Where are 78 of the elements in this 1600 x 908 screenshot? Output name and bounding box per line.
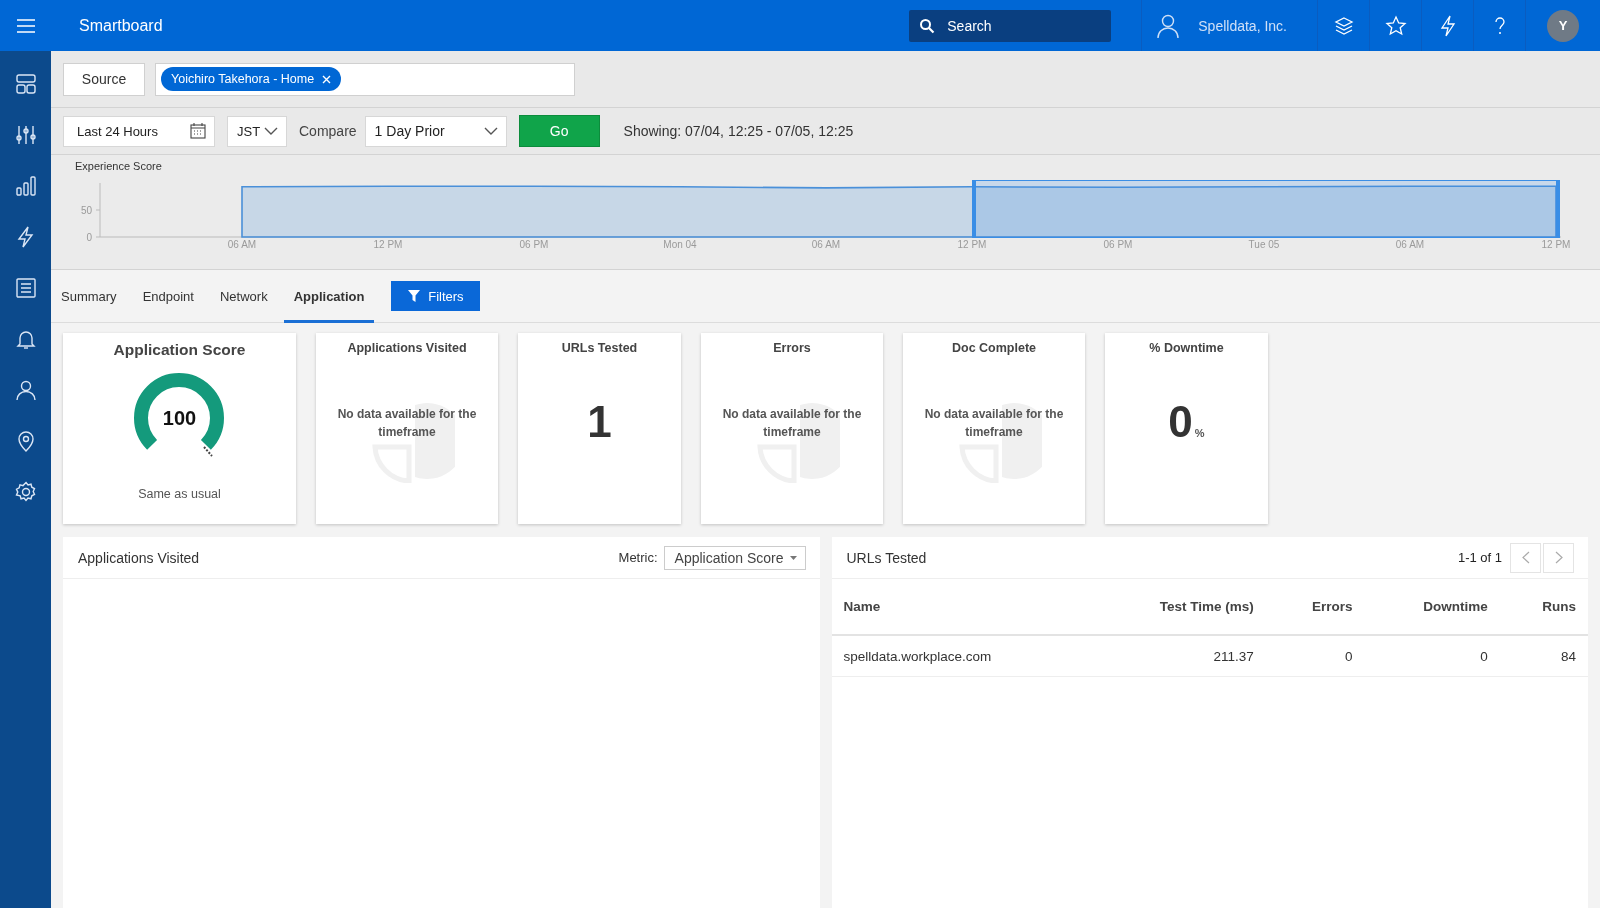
y-tick-label: 0 bbox=[86, 232, 92, 243]
filter-icon bbox=[408, 290, 421, 302]
x-tick-label: Tue 05 bbox=[1248, 239, 1280, 250]
column-header[interactable]: Errors bbox=[1265, 579, 1365, 635]
panel-title: Applications Visited bbox=[78, 549, 201, 566]
source-button[interactable]: Source bbox=[63, 62, 145, 96]
x-tick-label: 06 PM bbox=[1103, 239, 1133, 250]
search-field[interactable]: Search bbox=[909, 9, 1112, 42]
close-icon[interactable] bbox=[322, 74, 332, 84]
app-title: Smartboard bbox=[79, 16, 163, 35]
column-header[interactable]: Runs bbox=[1499, 579, 1588, 635]
timezone-dropdown[interactable]: JST bbox=[227, 115, 287, 147]
menu-icon bbox=[15, 18, 36, 33]
x-tick-label: 06 PM bbox=[519, 239, 549, 250]
column-header[interactable]: Test Time (ms) bbox=[1085, 579, 1266, 635]
table-cell: 0 bbox=[1364, 635, 1500, 677]
compare-dropdown[interactable]: 1 Day Prior bbox=[364, 115, 507, 147]
x-tick-label: 06 AM bbox=[227, 239, 257, 250]
no-data-message: No data available for the timeframe bbox=[721, 406, 863, 441]
y-axis bbox=[95, 182, 101, 238]
pagination-label: 1-1 of 1 bbox=[1457, 550, 1502, 565]
x-tick-label: 12 PM bbox=[1541, 239, 1571, 250]
settings-icon bbox=[13, 479, 38, 504]
star-icon bbox=[1384, 14, 1407, 37]
chevron-down-icon bbox=[483, 126, 498, 136]
chevron-right-icon bbox=[1554, 551, 1563, 564]
metric-dropdown[interactable]: Application Score bbox=[663, 545, 806, 570]
tab[interactable]: Network bbox=[209, 269, 278, 323]
list-icon bbox=[13, 275, 38, 300]
no-data-message: No data available for the timeframe bbox=[923, 406, 1065, 441]
chevron-down-icon bbox=[264, 126, 278, 136]
column-header[interactable]: Name bbox=[831, 579, 1086, 635]
bar-chart-icon bbox=[13, 173, 38, 198]
card-title: Application Score bbox=[113, 341, 246, 359]
table-cell: spelldata.workplace.com bbox=[831, 635, 1086, 677]
card-title: Applications Visited bbox=[347, 341, 467, 355]
table-cell: 0 bbox=[1265, 635, 1365, 677]
x-tick-label: Mon 04 bbox=[663, 239, 697, 250]
user-avatar[interactable]: Y bbox=[1547, 9, 1579, 42]
unit-label: % bbox=[1194, 427, 1205, 439]
person-icon bbox=[1156, 12, 1181, 39]
tab[interactable]: Summary bbox=[51, 269, 127, 323]
filters-button[interactable]: Filters bbox=[391, 281, 481, 311]
x-tick-label: 06 AM bbox=[811, 239, 841, 250]
x-tick-label: 12 PM bbox=[373, 239, 403, 250]
source-field[interactable]: Yoichiro Takehora - Home bbox=[155, 62, 575, 96]
x-tick-label: 06 AM bbox=[1395, 239, 1425, 250]
card-title: Doc Complete bbox=[951, 341, 1036, 355]
date-range-field[interactable]: Last 24 Hours bbox=[63, 115, 215, 147]
chevron-left-icon bbox=[1521, 551, 1530, 564]
card-title: % Downtime bbox=[1149, 341, 1224, 355]
card-title: URLs Tested bbox=[561, 341, 638, 355]
metric-value: 1 bbox=[587, 397, 612, 447]
help-icon bbox=[1493, 15, 1506, 36]
table-cell: 84 bbox=[1499, 635, 1588, 677]
card-caption: Same as usual bbox=[138, 487, 221, 501]
x-tick-label: 12 PM bbox=[957, 239, 987, 250]
tab[interactable]: Application bbox=[283, 269, 375, 323]
caret-icon bbox=[789, 555, 797, 560]
no-data-message: No data available for the timeframe bbox=[336, 406, 478, 441]
selection-brush[interactable] bbox=[972, 180, 1560, 238]
score-value: 100 bbox=[161, 407, 198, 430]
layout-icon bbox=[13, 71, 38, 96]
metric-value: 0 bbox=[1168, 397, 1193, 447]
showing-range: Showing: 07/04, 12:25 - 07/05, 12:25 bbox=[623, 123, 854, 139]
y-tick-label: 50 bbox=[80, 205, 92, 216]
chart-title: Experience Score bbox=[75, 160, 162, 172]
calendar-icon bbox=[190, 123, 206, 139]
compare-label: Compare bbox=[299, 123, 357, 139]
table-cell: 211.37 bbox=[1085, 635, 1266, 677]
metric-label: Metric: bbox=[618, 550, 658, 565]
panel-title: URLs Tested bbox=[846, 549, 928, 566]
tag-label: Yoichiro Takehora - Home bbox=[171, 72, 315, 86]
column-header[interactable]: Downtime bbox=[1364, 579, 1500, 635]
tab[interactable]: Endpoint bbox=[132, 269, 204, 323]
card-title: Errors bbox=[773, 341, 811, 355]
needle-mark bbox=[202, 446, 213, 457]
search-icon bbox=[919, 17, 936, 34]
